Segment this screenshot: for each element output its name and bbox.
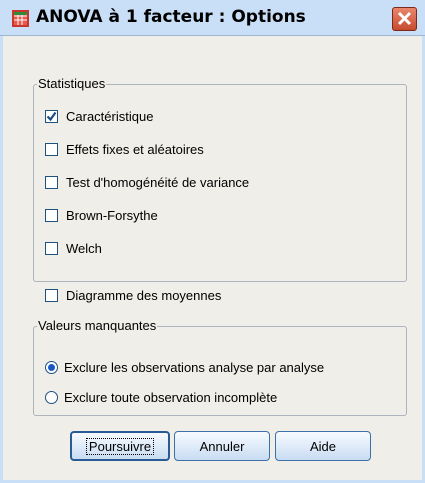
checkbox-means-plot[interactable]: Diagramme des moyennes [45, 286, 221, 304]
checkbox-label: Effets fixes et aléatoires [66, 141, 204, 157]
checkbox-box[interactable] [45, 109, 58, 123]
radio-selected-dot [48, 363, 55, 371]
radio-button[interactable] [45, 390, 58, 404]
window-title: ANOVA à 1 facteur : Options [36, 7, 306, 27]
checkbox-box[interactable] [45, 241, 58, 255]
checkbox-box[interactable] [45, 208, 58, 222]
checkbox-label: Test d'homogénéité de variance [66, 174, 250, 190]
radio-exclude-listwise[interactable]: Exclure toute observation incomplète [45, 388, 277, 406]
checkbox-box[interactable] [45, 288, 58, 302]
statistics-group-label: Statistiques [37, 76, 107, 91]
help-button[interactable]: Aide [275, 431, 371, 461]
cancel-button-label: Annuler [199, 438, 245, 454]
radio-button[interactable] [45, 360, 58, 374]
radio-label: Exclure les observations analyse par ana… [64, 359, 325, 375]
checkbox-descriptive[interactable]: Caractéristique [45, 107, 153, 125]
checkbox-label: Caractéristique [66, 108, 154, 124]
radio-exclude-analysis-by-analysis[interactable]: Exclure les observations analyse par ana… [45, 358, 324, 376]
checkbox-label: Welch [66, 240, 102, 256]
spss-grid-icon [12, 10, 29, 27]
checkbox-brown-forsythe[interactable]: Brown-Forsythe [45, 206, 158, 224]
close-button[interactable] [392, 7, 417, 31]
checkbox-label: Diagramme des moyennes [66, 287, 222, 303]
checkbox-welch[interactable]: Welch [45, 239, 102, 257]
checkbox-homogeneity-test[interactable]: Test d'homogénéité de variance [45, 173, 249, 191]
radio-label: Exclure toute observation incomplète [64, 389, 278, 405]
cancel-button[interactable]: Annuler [174, 431, 270, 461]
help-button-label: Aide [309, 438, 337, 454]
checkbox-box[interactable] [45, 175, 58, 189]
continue-button[interactable]: Poursuivre [70, 431, 170, 461]
checkbox-fixed-random-effects[interactable]: Effets fixes et aléatoires [45, 140, 204, 158]
checkmark-icon [46, 111, 57, 121]
title-bar[interactable]: ANOVA à 1 facteur : Options [0, 0, 425, 36]
continue-button-label: Poursuivre [85, 437, 155, 455]
close-icon [397, 11, 412, 26]
missing-values-group-label: Valeurs manquantes [37, 318, 158, 333]
dialog-body: Statistiques Caractéristique Effets fixe… [0, 36, 425, 483]
checkbox-label: Brown-Forsythe [66, 207, 158, 223]
options-dialog: ANOVA à 1 facteur : Options Statistiques… [0, 0, 425, 483]
checkbox-box[interactable] [45, 142, 58, 156]
